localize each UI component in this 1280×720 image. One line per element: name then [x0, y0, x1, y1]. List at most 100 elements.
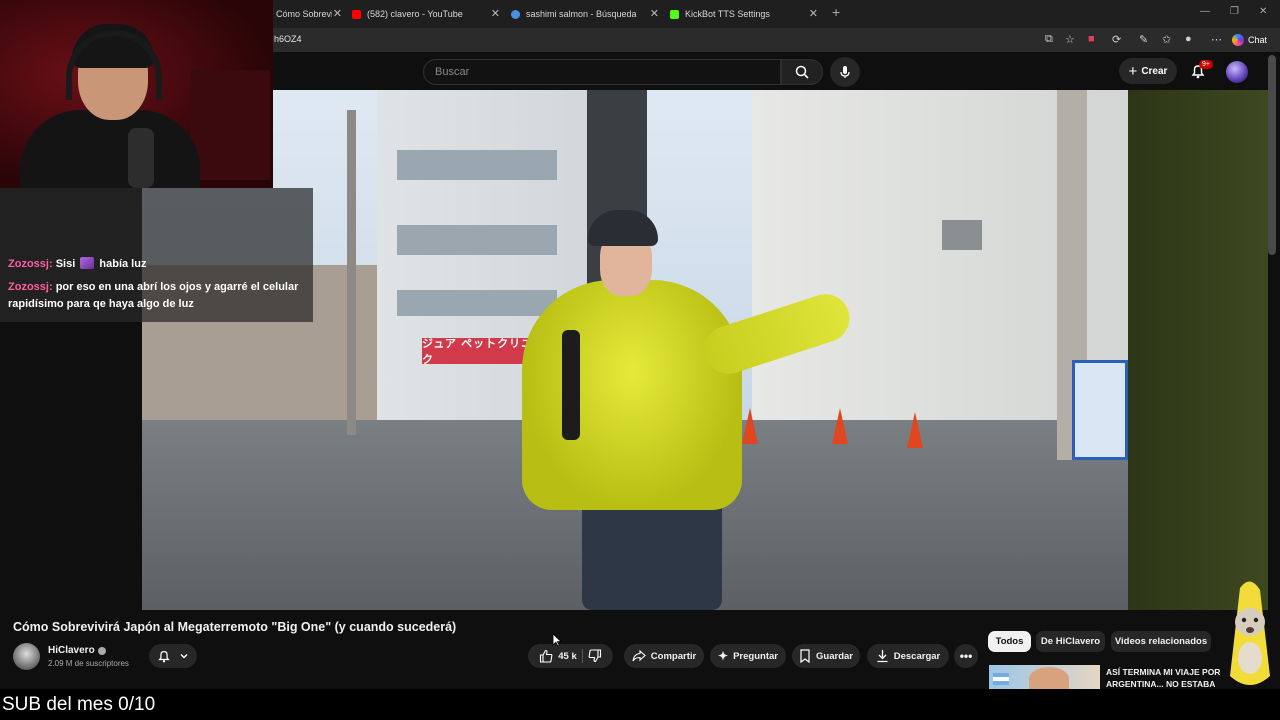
account-avatar[interactable]	[1226, 61, 1248, 83]
search-placeholder: Buscar	[435, 66, 470, 78]
reader-icon[interactable]: ⧉	[1045, 33, 1053, 46]
video-window	[397, 290, 557, 316]
save-button[interactable]: Guardar	[792, 644, 860, 668]
channel-avatar[interactable]	[13, 643, 40, 670]
share-button[interactable]: Compartir	[624, 644, 704, 668]
share-icon	[632, 649, 646, 662]
traffic-cone	[742, 408, 758, 444]
mouse-cursor-icon	[552, 633, 562, 647]
share-label: Compartir	[650, 650, 697, 662]
video-window	[942, 220, 982, 250]
close-icon[interactable]: ✕	[650, 7, 659, 20]
blue-sign	[1072, 360, 1128, 460]
chat-username: Zozossj	[8, 281, 49, 293]
ask-button[interactable]: ✦ Preguntar	[710, 644, 786, 668]
tab-video-label: Cómo Sobrevivirá Japón al M	[276, 9, 332, 19]
save-label: Guardar	[816, 650, 853, 662]
more-horizontal-icon: •••	[959, 649, 973, 663]
traffic-cone	[907, 412, 923, 448]
close-icon[interactable]: ✕	[809, 7, 818, 20]
chat-text: Sisi	[55, 258, 76, 270]
divider	[581, 649, 583, 663]
like-dislike-group: 45 k	[528, 644, 613, 668]
chat-message: Zozossj: por eso en una abrí los ojos y …	[8, 281, 299, 310]
minimize-icon[interactable]: —	[1200, 6, 1210, 17]
chip-from-channel[interactable]: De HiClavero	[1036, 631, 1105, 652]
bookmark-icon	[800, 649, 810, 663]
microphone-icon	[840, 66, 850, 78]
bell-icon	[158, 651, 170, 663]
kick-icon	[670, 9, 679, 19]
chat-label: Chat	[1248, 35, 1268, 45]
tab-youtube[interactable]: (582) clavero - YouTube ✕	[352, 4, 500, 24]
tab-kickbot-label: KickBot TTS Settings	[685, 9, 770, 19]
subscription-bell-button[interactable]	[149, 644, 197, 668]
search-input[interactable]: Buscar	[423, 59, 781, 85]
plus-icon: +	[1128, 62, 1138, 80]
create-button[interactable]: + Crear	[1119, 58, 1177, 84]
subscriber-count: 2.09 M de suscriptores	[48, 659, 129, 668]
channel-name-row[interactable]: HiClavero	[48, 645, 106, 656]
search-icon	[795, 65, 809, 79]
copilot-icon	[1232, 34, 1244, 46]
url-text[interactable]: h6OZ4	[274, 34, 302, 44]
more-actions-button[interactable]: •••	[954, 644, 978, 668]
copilot-chat-button[interactable]: Chat	[1232, 32, 1276, 48]
tab-video[interactable]: Cómo Sobrevivirá Japón al M ✕	[276, 4, 342, 24]
voice-search-button[interactable]	[830, 57, 860, 87]
chevron-down-icon	[180, 654, 188, 659]
notifications-badge: 9+	[1199, 60, 1213, 69]
subgoal-bar: SUB del mes 0/10	[0, 689, 1280, 720]
download-icon	[877, 650, 888, 663]
tab-youtube-label: (582) clavero - YouTube	[367, 9, 463, 19]
webcam-overlay	[0, 0, 273, 188]
profile-icon[interactable]: ●	[1185, 33, 1192, 45]
verified-icon	[97, 646, 106, 655]
new-tab-button[interactable]: +	[832, 4, 840, 20]
thumbnail-face	[1029, 667, 1069, 689]
close-icon[interactable]: ✕	[333, 7, 342, 20]
search-button[interactable]	[781, 59, 823, 85]
traffic-cone	[832, 408, 848, 444]
download-button[interactable]: Descargar	[867, 644, 949, 668]
more-icon[interactable]: ⋯	[1211, 33, 1222, 46]
chip-related[interactable]: Videos relacionados	[1111, 631, 1211, 652]
thumbs-up-icon	[540, 649, 553, 663]
chip-all[interactable]: Todos	[988, 631, 1031, 652]
chat-text: había luz	[99, 258, 147, 270]
recommendation-thumbnail[interactable]	[989, 665, 1100, 689]
close-window-icon[interactable]: ✕	[1259, 6, 1267, 17]
webcam-body	[20, 110, 200, 188]
subgoal-text: SUB del mes 0/10	[2, 694, 156, 715]
favorites-icon[interactable]: ✩	[1162, 33, 1171, 46]
banana-cat-icon	[1230, 581, 1270, 685]
create-label: Crear	[1141, 65, 1168, 77]
youtube-icon	[352, 9, 361, 19]
search-icon	[511, 9, 520, 19]
tab-search[interactable]: sashimi salmon - Búsqueda ✕	[511, 4, 659, 24]
close-icon[interactable]: ✕	[491, 7, 500, 20]
refresh-extension-icon[interactable]: ⟳	[1112, 33, 1121, 46]
thumbs-down-icon[interactable]	[588, 649, 602, 663]
person-jacket	[522, 280, 742, 510]
recommendation-title[interactable]: ASÍ TERMINA MI VIAJE POR ARGENTINA... NO…	[1106, 666, 1231, 688]
like-button[interactable]: 45 k	[539, 649, 577, 663]
video-window	[397, 150, 557, 180]
video-window	[397, 225, 557, 255]
webcam-shelf	[190, 70, 270, 180]
video-side-area	[1128, 90, 1268, 610]
emote-icon	[80, 257, 95, 269]
utility-pole	[347, 110, 356, 435]
restore-icon[interactable]: ❐	[1230, 6, 1239, 17]
webcam-bottle	[128, 128, 154, 188]
like-count: 45 k	[558, 650, 577, 662]
favorite-star-icon[interactable]: ☆	[1065, 33, 1075, 46]
extension-icon[interactable]: ■	[1088, 33, 1095, 45]
backpack-strap	[562, 330, 580, 440]
page-scrollbar[interactable]	[1268, 55, 1276, 255]
channel-name[interactable]: HiClavero	[48, 645, 95, 656]
video-player[interactable]: ジュア ペットクリニック	[142, 90, 1128, 610]
tab-kickbot[interactable]: KickBot TTS Settings ✕	[670, 4, 818, 24]
video-title: Cómo Sobrevivirá Japón al Megaterremoto …	[13, 620, 457, 634]
extensions-icon[interactable]: ✎	[1139, 33, 1148, 46]
